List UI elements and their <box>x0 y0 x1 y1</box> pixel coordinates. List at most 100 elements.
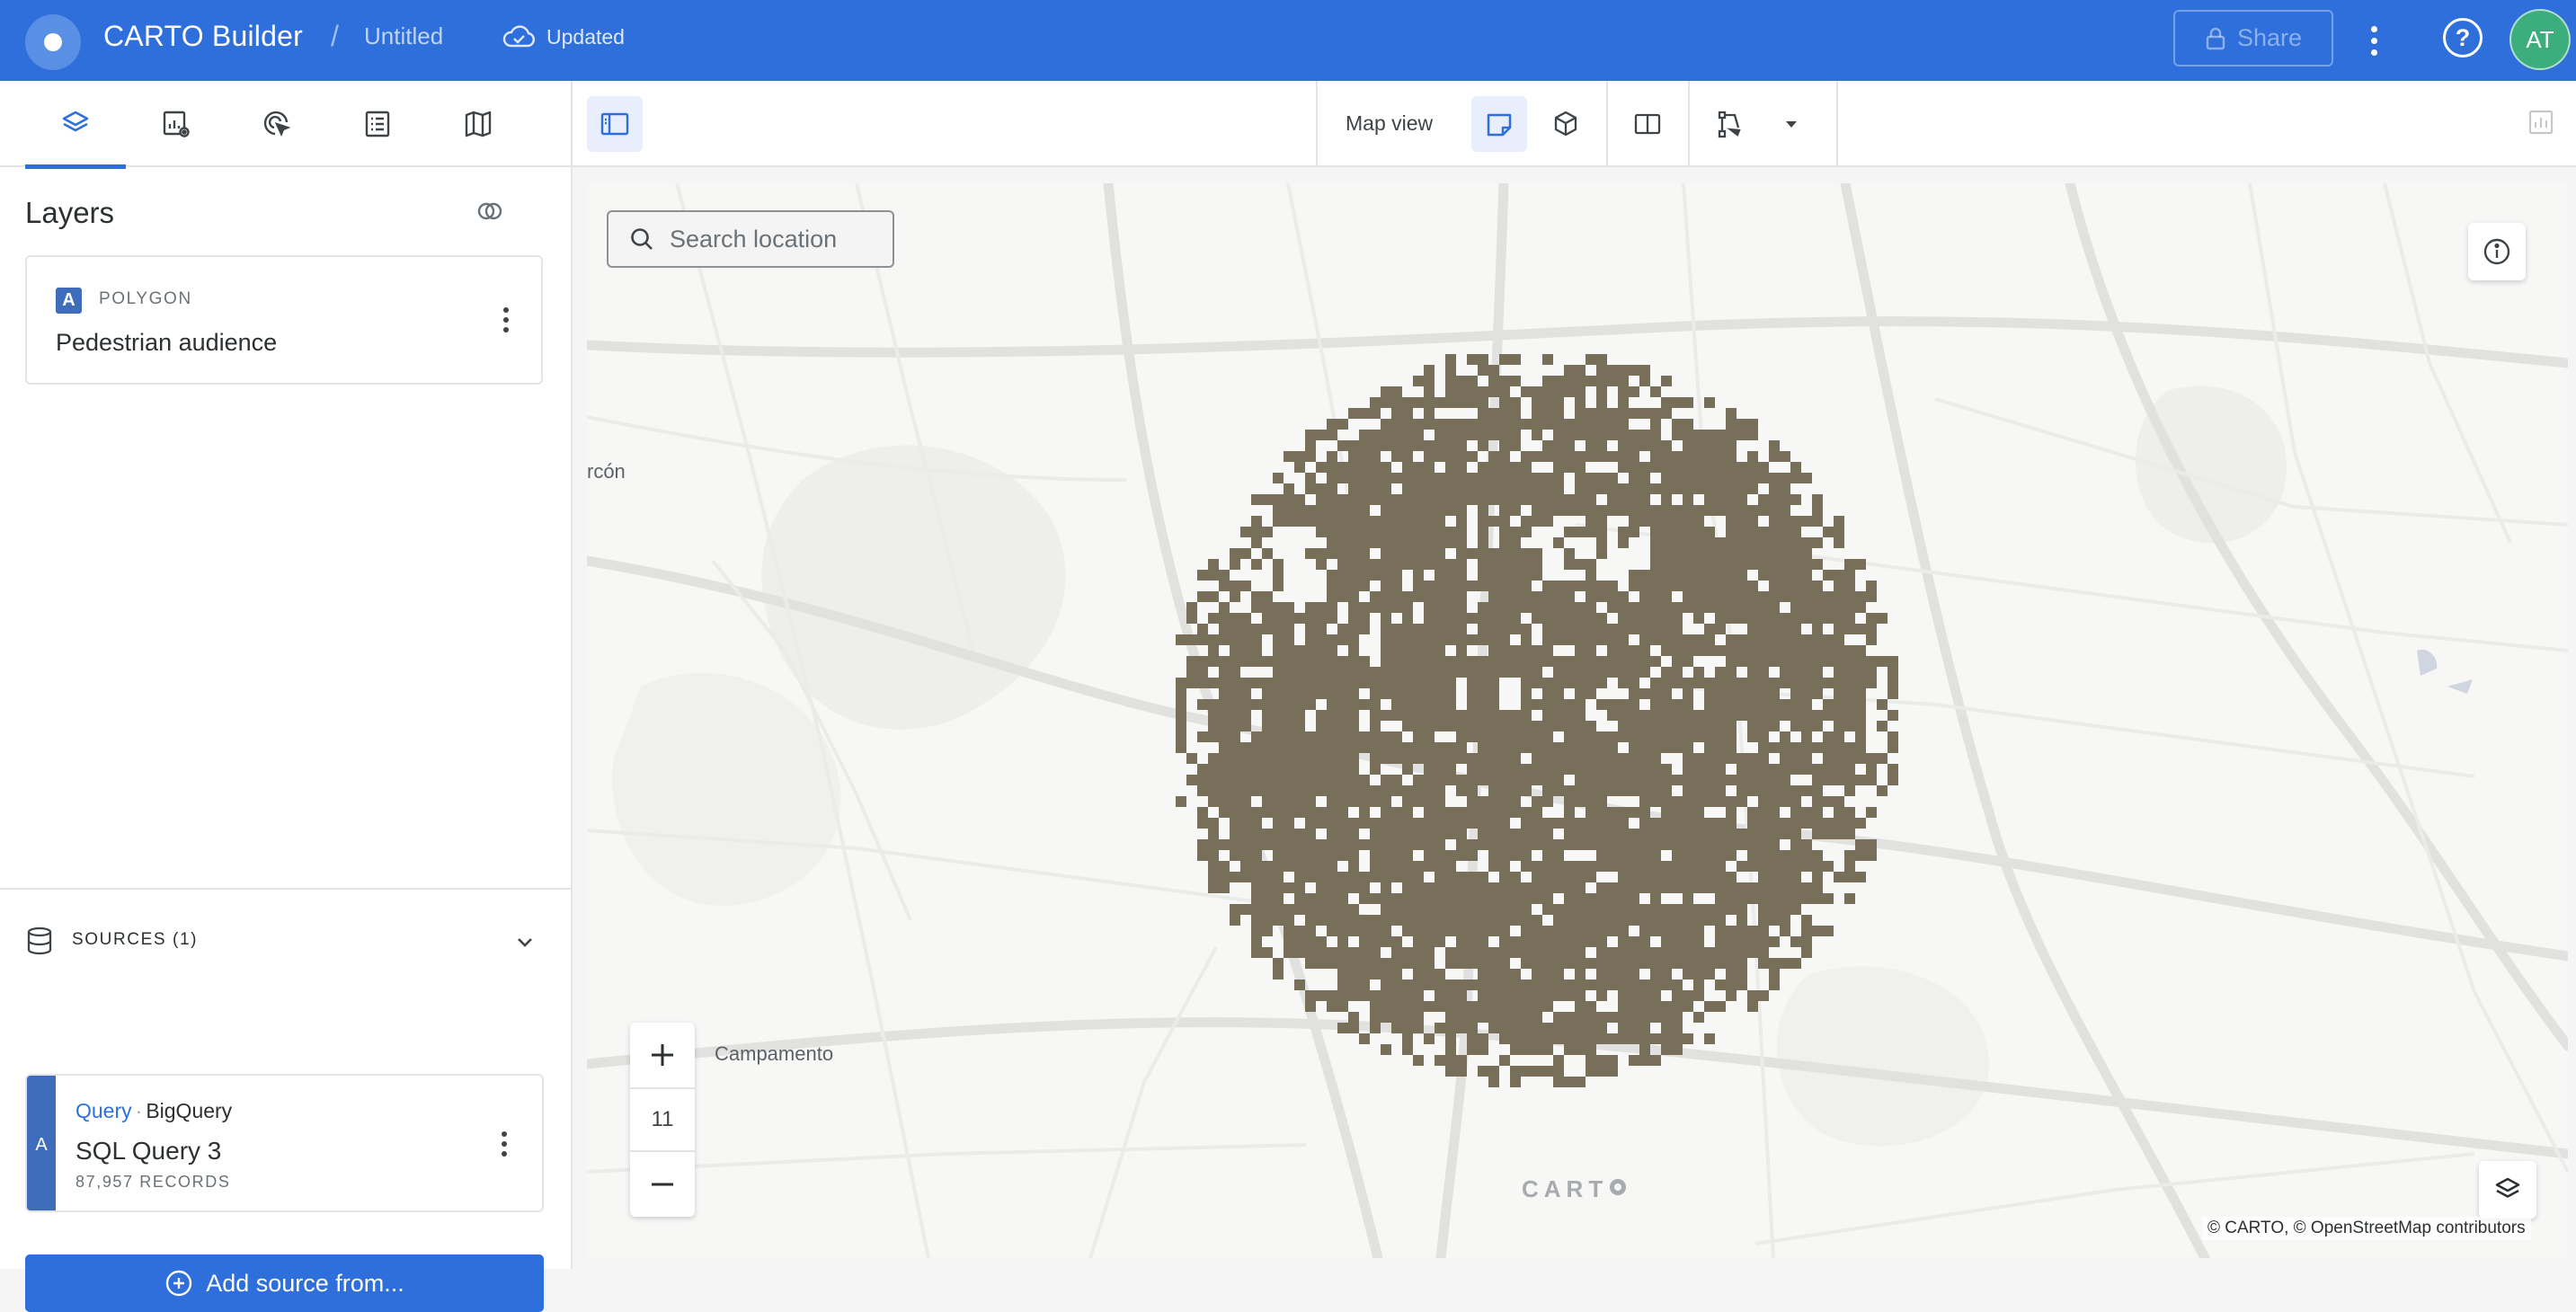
audience-cell <box>1208 829 1219 839</box>
audience-cell <box>1208 775 1219 785</box>
help-icon[interactable]: ? <box>2443 18 2483 58</box>
audience-cell <box>1661 678 1672 688</box>
zoom-out-button[interactable] <box>630 1152 695 1217</box>
map-info-button[interactable] <box>2468 223 2526 280</box>
audience-cell <box>1499 483 1510 494</box>
audience-cell <box>1435 527 1445 537</box>
chevron-down-icon[interactable] <box>512 929 537 954</box>
audience-cell <box>1639 494 1650 505</box>
audience-cell <box>1834 656 1844 667</box>
audience-cell <box>1208 861 1219 872</box>
audience-cell <box>1413 861 1424 872</box>
audience-cell <box>1348 796 1359 807</box>
audience-cell <box>1467 775 1478 785</box>
audience-cell <box>1812 872 1823 882</box>
audience-cell <box>1661 710 1672 721</box>
audience-cell <box>1499 581 1510 591</box>
audience-cell <box>1294 829 1305 839</box>
layer-card[interactable]: A POLYGON Pedestrian audience <box>25 255 543 385</box>
audience-cell <box>1381 440 1391 451</box>
audience-cell <box>1413 430 1424 440</box>
audience-cell <box>1337 462 1348 473</box>
audience-cell <box>1596 1012 1607 1023</box>
audience-cell <box>1704 527 1715 537</box>
split-view-button[interactable] <box>1620 96 1675 152</box>
audience-cell <box>1823 699 1834 710</box>
audience-cell <box>1629 430 1639 440</box>
view-3d-button[interactable] <box>1538 96 1594 152</box>
view-2d-button[interactable] <box>1471 96 1527 152</box>
pedestrian-audience-layer[interactable] <box>587 183 2568 1258</box>
audience-cell <box>1478 1001 1488 1012</box>
audience-cell <box>1715 430 1726 440</box>
audience-cell <box>1747 656 1758 667</box>
audience-cell <box>1596 785 1607 796</box>
audience-cell <box>1629 861 1639 872</box>
audience-cell <box>1650 829 1661 839</box>
audience-cell <box>1575 1033 1586 1044</box>
audience-cell <box>1262 753 1273 764</box>
audience-cell <box>1639 624 1650 634</box>
source-card[interactable]: A Query · BigQuery SQL Query 3 87,957 RECO… <box>25 1074 544 1212</box>
audience-cell <box>1586 613 1596 624</box>
carto-logo-icon[interactable] <box>25 14 81 70</box>
audience-cell <box>1445 818 1456 829</box>
audience-cell <box>1769 818 1780 829</box>
audience-cell <box>1208 699 1219 710</box>
audience-cell <box>1456 785 1467 796</box>
audience-cell <box>1305 430 1316 440</box>
audience-cell <box>1758 613 1769 624</box>
audience-cell <box>1596 483 1607 494</box>
source-options-kebab-icon[interactable] <box>491 1126 518 1162</box>
audience-cell <box>1478 699 1488 710</box>
audience-cell <box>1424 516 1435 527</box>
map-canvas[interactable]: rcón Campamento CART 11 © CARTO, <box>587 183 2568 1258</box>
audience-cell <box>1521 861 1532 872</box>
audience-cell <box>1758 688 1769 699</box>
audience-cell <box>1273 753 1284 764</box>
search-input[interactable] <box>670 225 885 253</box>
audience-cell <box>1445 537 1456 548</box>
tab-widgets[interactable] <box>126 81 227 167</box>
audience-cell <box>1672 1012 1683 1023</box>
audience-cell <box>1262 872 1273 882</box>
tab-legend[interactable] <box>327 81 428 167</box>
location-search[interactable] <box>607 210 894 268</box>
sources-header[interactable]: SOURCES (1) <box>72 930 198 950</box>
toggle-panel-button[interactable] <box>587 96 643 152</box>
widgets-panel-icon[interactable] <box>2527 109 2554 136</box>
audience-cell <box>1650 581 1661 591</box>
audience-cell <box>1488 742 1499 753</box>
add-source-button[interactable]: Add source from... <box>25 1254 544 1312</box>
draw-tool-button[interactable] <box>1703 96 1759 152</box>
audience-cell <box>1273 613 1284 624</box>
zoom-in-button[interactable] <box>630 1023 695 1087</box>
audience-cell <box>1629 365 1639 376</box>
tab-layers[interactable] <box>25 81 126 169</box>
audience-cell <box>1661 796 1672 807</box>
audience-cell <box>1704 483 1715 494</box>
audience-cell <box>1790 559 1801 570</box>
layer-options-kebab-icon[interactable] <box>493 302 520 338</box>
audience-cell <box>1499 667 1510 678</box>
app-menu-kebab-icon[interactable] <box>2360 20 2387 61</box>
audience-cell <box>1230 818 1240 829</box>
share-button[interactable]: Share <box>2173 10 2333 66</box>
user-avatar[interactable]: AT <box>2509 9 2571 70</box>
audience-cell <box>1758 473 1769 483</box>
draw-dropdown-caret-icon[interactable] <box>1782 115 1800 133</box>
audience-cell <box>1683 634 1693 645</box>
audience-cell <box>1176 710 1186 721</box>
audience-cell <box>1747 753 1758 764</box>
audience-cell <box>1413 893 1424 904</box>
audience-cell <box>1704 505 1715 516</box>
tab-basemaps[interactable] <box>428 81 529 167</box>
audience-cell <box>1629 440 1639 451</box>
tab-interactions[interactable] <box>227 81 327 167</box>
link-layers-icon[interactable] <box>475 196 505 226</box>
audience-cell <box>1607 775 1618 785</box>
basemap-layers-button[interactable] <box>2479 1161 2536 1219</box>
map-title[interactable]: Untitled <box>364 22 443 50</box>
audience-cell <box>1844 807 1855 818</box>
audience-cell <box>1586 829 1596 839</box>
